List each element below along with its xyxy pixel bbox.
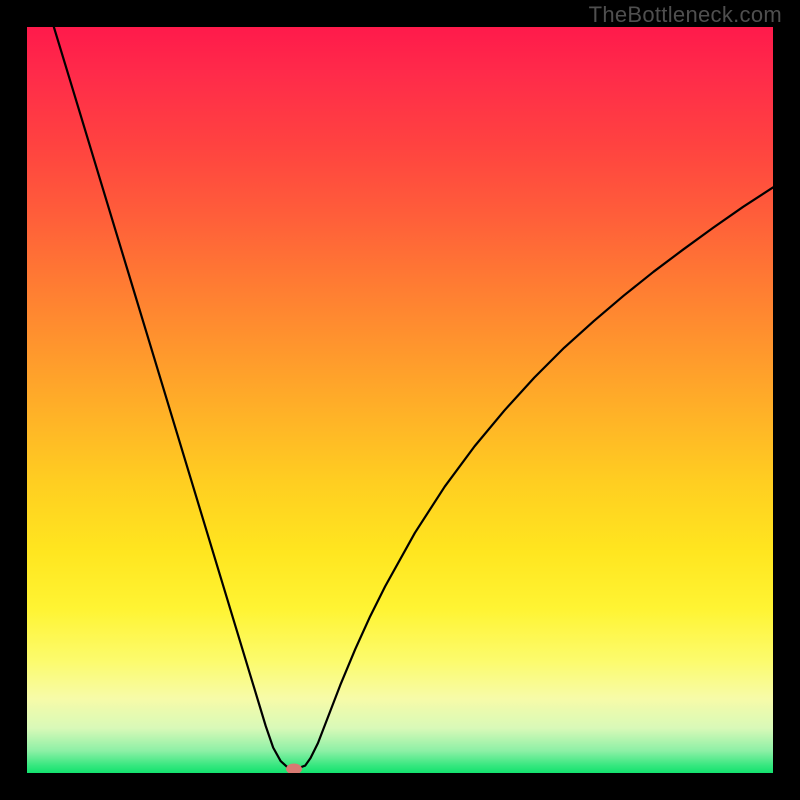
optimal-point-marker: [286, 764, 302, 773]
chart-frame: TheBottleneck.com: [0, 0, 800, 800]
plot-area: [27, 27, 773, 773]
watermark-text: TheBottleneck.com: [589, 2, 782, 28]
bottleneck-curve: [27, 27, 773, 773]
